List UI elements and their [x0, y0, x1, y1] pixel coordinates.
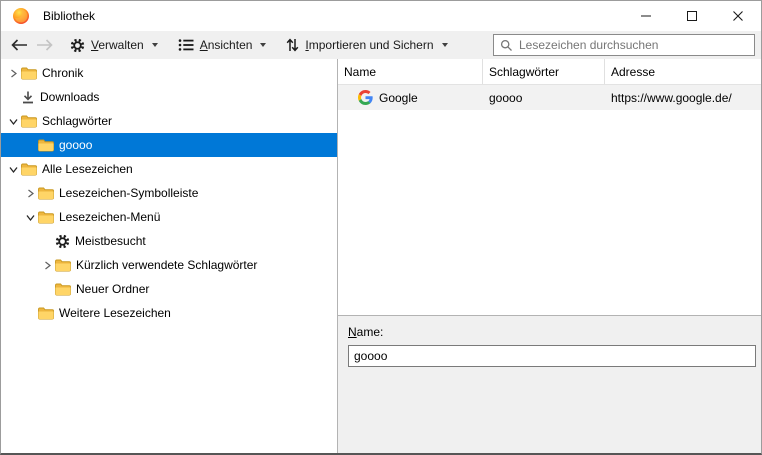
dropdown-caret-icon: [442, 43, 448, 47]
main-area: Chronik Downloads Schlagwörter goooo Alle Le…: [1, 59, 761, 453]
close-icon: [733, 11, 743, 21]
sidebar-item-label: Neuer Ordner: [76, 282, 155, 296]
sidebar-item-neuer-ordner[interactable]: Neuer Ordner: [1, 277, 337, 301]
sidebar-item-label: Alle Lesezeichen: [42, 162, 139, 176]
details-pane: Name:: [338, 315, 761, 453]
sidebar-item-lesezeichen-symbolleiste[interactable]: Lesezeichen-Symbolleiste: [1, 181, 337, 205]
sidebar-item-goooo[interactable]: goooo: [1, 133, 337, 157]
window-title: Bibliothek: [43, 9, 95, 23]
dropdown-caret-icon: [260, 43, 266, 47]
sidebar-item-label: goooo: [59, 138, 98, 152]
minimize-button[interactable]: [623, 1, 669, 31]
search-input[interactable]: [519, 38, 748, 52]
maximize-button[interactable]: [669, 1, 715, 31]
sidebar-item-alle-lesezeichen[interactable]: Alle Lesezeichen: [1, 157, 337, 181]
dropdown-caret-icon: [152, 43, 158, 47]
name-input[interactable]: [348, 345, 756, 367]
column-header-adresse[interactable]: Adresse: [605, 59, 761, 84]
sidebar-item-label: Chronik: [42, 66, 89, 80]
minimize-icon: [641, 11, 651, 21]
chevron-right-icon[interactable]: [22, 189, 38, 198]
bookmark-row-google[interactable]: Google goooohttps://www.google.de/: [338, 85, 761, 110]
import-backup-menu-button[interactable]: Importieren und Sichern: [279, 34, 454, 56]
import-export-icon: [286, 37, 299, 53]
bookmark-name: Google: [379, 91, 418, 105]
chevron-right-icon[interactable]: [5, 69, 21, 78]
bookmark-name-cell: Google: [338, 85, 483, 110]
sidebar-item-label: Kürzlich verwendete Schlagwörter: [76, 258, 263, 272]
folder-tree: Chronik Downloads Schlagwörter goooo Alle Le…: [1, 59, 337, 453]
chevron-down-icon[interactable]: [22, 213, 38, 222]
sidebar-item-weitere-lesezeichen[interactable]: Weitere Lesezeichen: [1, 301, 337, 325]
download-icon: [21, 90, 35, 105]
folder-icon: [21, 115, 37, 128]
views-menu-button[interactable]: Ansichten: [171, 35, 274, 55]
folder-icon: [21, 163, 37, 176]
gear-icon: [70, 38, 85, 53]
manage-menu-button[interactable]: Verwalten: [63, 35, 165, 56]
folder-icon: [21, 67, 37, 80]
back-arrow-icon: [11, 39, 28, 51]
sidebar-item-label: Lesezeichen-Menü: [59, 210, 166, 224]
folder-icon: [38, 187, 54, 200]
folder-icon: [55, 283, 71, 296]
sidebar-item-downloads[interactable]: Downloads: [1, 85, 337, 109]
sidebar-item-label: Downloads: [40, 90, 105, 104]
views-menu-label: Ansichten: [200, 38, 253, 52]
import-backup-menu-label: Importieren und Sichern: [305, 38, 433, 52]
sidebar-item-label: Weitere Lesezeichen: [59, 306, 177, 320]
manage-menu-label: Verwalten: [91, 38, 144, 52]
folder-icon: [55, 259, 71, 272]
list-view-icon: [178, 38, 194, 52]
column-header-label: Name: [344, 65, 376, 79]
forward-button[interactable]: [32, 37, 57, 53]
content-pane: Name Schlagwörter Adresse Google goooohttps…: [338, 59, 761, 453]
sidebar-item-kürzlich-verwendete-schlagwörter[interactable]: Kürzlich verwendete Schlagwörter: [1, 253, 337, 277]
folder-icon: [38, 307, 54, 320]
sidebar-item-label: Lesezeichen-Symbolleiste: [59, 186, 204, 200]
toolbar: Verwalten Ansichten Importieren und Sich…: [1, 31, 761, 59]
sidebar-item-meistbesucht[interactable]: Meistbesucht: [1, 229, 337, 253]
list-rows: Google goooohttps://www.google.de/: [338, 85, 761, 110]
chevron-down-icon[interactable]: [5, 117, 21, 126]
column-header-name[interactable]: Name: [338, 59, 483, 84]
sidebar-item-label: Meistbesucht: [75, 234, 152, 248]
google-favicon: [358, 90, 373, 105]
bookmark-tags-cell: goooo: [483, 85, 605, 110]
folder-icon: [38, 211, 54, 224]
chevron-down-icon[interactable]: [5, 165, 21, 174]
column-header-label: Schlagwörter: [489, 65, 559, 79]
name-label: Name:: [348, 325, 383, 339]
search-box: [493, 34, 755, 56]
column-header-label: Adresse: [611, 65, 655, 79]
close-button[interactable]: [715, 1, 761, 31]
window-controls: [623, 1, 761, 31]
chevron-right-icon[interactable]: [39, 261, 55, 270]
bookmark-list: Name Schlagwörter Adresse Google goooohttps…: [338, 59, 761, 315]
list-header: Name Schlagwörter Adresse: [338, 59, 761, 85]
gear-icon: [55, 234, 70, 249]
bookmark-address-cell: https://www.google.de/: [605, 85, 761, 110]
sidebar-item-label: Schlagwörter: [42, 114, 118, 128]
sidebar-item-schlagwörter[interactable]: Schlagwörter: [1, 109, 337, 133]
titlebar: Bibliothek: [1, 1, 761, 31]
sidebar-item-lesezeichen-menü[interactable]: Lesezeichen-Menü: [1, 205, 337, 229]
folder-icon: [38, 139, 54, 152]
sidebar-item-chronik[interactable]: Chronik: [1, 61, 337, 85]
back-button[interactable]: [7, 37, 32, 53]
search-icon: [500, 39, 513, 52]
column-header-schlagwörter[interactable]: Schlagwörter: [483, 59, 605, 84]
maximize-icon: [687, 11, 697, 21]
forward-arrow-icon: [36, 39, 53, 51]
firefox-icon: [12, 7, 30, 25]
library-window: Bibliothek Verwalten Ansich: [0, 0, 762, 455]
